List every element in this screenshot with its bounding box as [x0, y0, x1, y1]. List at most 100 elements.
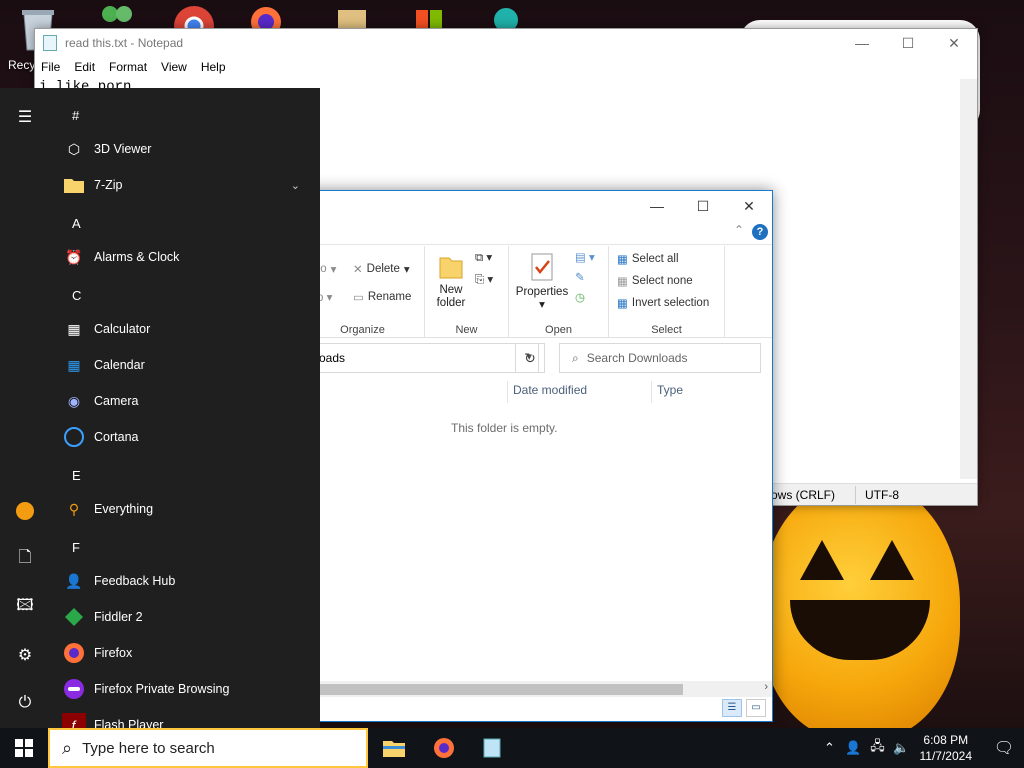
properties-button[interactable]: Properties ▾: [515, 252, 569, 312]
explorer-close-button[interactable]: ✕: [726, 191, 772, 221]
show-hidden-icons-icon[interactable]: ⌃: [818, 736, 842, 760]
delete-button[interactable]: ✕ Delete ▾: [353, 262, 410, 276]
app-3d-viewer[interactable]: ⬡ 3D Viewer: [62, 132, 312, 166]
rename-icon: ▭: [353, 292, 364, 304]
app-alarms-clock[interactable]: ⏰ Alarms & Clock: [62, 240, 312, 274]
explorer-horizontal-scrollbar[interactable]: ›: [301, 681, 772, 697]
app-flash-player[interactable]: ƒ Flash Player: [62, 708, 312, 728]
invert-selection-icon: ▦: [617, 298, 628, 310]
section-header-e[interactable]: E: [72, 468, 81, 483]
app-firefox[interactable]: Firefox: [62, 636, 312, 670]
rename-button[interactable]: ▭ Rename: [353, 290, 411, 304]
search-placeholder: Search Downloads: [586, 351, 688, 365]
app-calendar[interactable]: ▦ Calendar: [62, 348, 312, 382]
app-calculator[interactable]: ▦ Calculator: [62, 312, 312, 346]
new-item-icon: ⧉ ▾: [475, 252, 493, 264]
ribbon-group-select: ▦ Select all ▦ Select none ▦ Invert selecti…: [609, 246, 725, 338]
app-camera[interactable]: ◉ Camera: [62, 384, 312, 418]
menu-format[interactable]: Format: [109, 60, 147, 74]
menu-edit[interactable]: Edit: [74, 60, 95, 74]
clock[interactable]: 6:08 PM 11/7/2024: [920, 732, 973, 764]
select-all-icon: ▦: [617, 254, 628, 266]
select-none-button[interactable]: ▦ Select none: [617, 274, 693, 288]
volume-icon[interactable]: 🔈: [890, 736, 914, 760]
folder-icon: [439, 257, 463, 279]
app-feedback-hub[interactable]: 👤 Feedback Hub: [62, 564, 312, 598]
taskbar-search-box[interactable]: ⌕ Type here to search: [48, 728, 368, 768]
status-line-ending: ows (CRLF): [771, 488, 836, 502]
flash-player-icon: ƒ: [62, 713, 86, 728]
user-avatar[interactable]: [14, 500, 36, 522]
notepad-vertical-scrollbar[interactable]: [960, 79, 977, 479]
collapse-ribbon-icon[interactable]: ⌃: [734, 223, 744, 237]
history-button[interactable]: ◷: [575, 290, 585, 304]
select-all-button[interactable]: ▦ Select all: [617, 252, 679, 266]
firefox-taskbar-icon[interactable]: [424, 732, 464, 764]
help-icon[interactable]: ?: [752, 224, 768, 240]
app-fiddler[interactable]: Fiddler 2: [62, 600, 312, 634]
edit-button[interactable]: ✎: [575, 270, 585, 284]
large-icons-view-icon[interactable]: ▭: [746, 699, 766, 717]
open-icon: ▤ ▾: [575, 252, 595, 264]
wallpaper-pumpkin: [760, 480, 960, 728]
open-button[interactable]: ▤ ▾: [575, 250, 595, 264]
clock-time: 6:08 PM: [923, 733, 969, 747]
search-downloads-input[interactable]: ⌕ Search Downloads: [559, 343, 761, 373]
section-header-f[interactable]: F: [72, 540, 80, 555]
network-icon[interactable]: 🖧: [866, 736, 890, 760]
properties-icon: [531, 253, 553, 281]
menu-help[interactable]: Help: [201, 60, 226, 74]
maximize-button[interactable]: ☐: [885, 29, 931, 57]
documents-icon[interactable]: 🗋: [14, 548, 36, 570]
menu-view[interactable]: View: [161, 60, 187, 74]
power-icon[interactable]: ⏻: [14, 692, 36, 714]
expand-chevron-icon[interactable]: ⌄: [291, 179, 300, 192]
notification-center-icon[interactable]: 🗨: [984, 738, 1024, 758]
settings-gear-icon[interactable]: ⚙: [14, 644, 36, 666]
clock-date: 11/7/2024: [919, 749, 973, 763]
invert-selection-button[interactable]: ▦ Invert selection: [617, 296, 709, 310]
file-explorer-taskbar-icon[interactable]: [374, 732, 414, 764]
ribbon-tabs-bar: ⌃ ?: [301, 221, 772, 245]
app-firefox-private[interactable]: Firefox Private Browsing: [62, 672, 312, 706]
start-button[interactable]: [0, 728, 48, 768]
app-everything[interactable]: ⚲ Everything: [62, 492, 312, 526]
cortana-icon: [62, 425, 86, 449]
scroll-right-icon[interactable]: ›: [764, 681, 768, 693]
new-item-button[interactable]: ⧉ ▾: [475, 250, 492, 265]
easy-access-button[interactable]: ⎘ ▾: [475, 272, 493, 287]
menu-file[interactable]: File: [41, 60, 60, 74]
empty-folder-message: This folder is empty.: [451, 421, 558, 435]
section-header-hash[interactable]: #: [72, 108, 79, 123]
notepad-menubar: File Edit Format View Help: [35, 57, 977, 77]
new-folder-button[interactable]: New folder: [433, 252, 469, 310]
details-view-icon[interactable]: ☰: [722, 699, 742, 717]
address-bar[interactable]: oads ▾: [301, 343, 539, 373]
notepad-titlebar[interactable]: read this.txt - Notepad: [35, 29, 977, 57]
calculator-icon: ▦: [67, 320, 81, 337]
select-group-label: Select: [651, 324, 682, 336]
explorer-minimize-button[interactable]: —: [634, 191, 680, 221]
fiddler-icon: [62, 605, 86, 629]
easy-access-icon: ⎘ ▾: [475, 274, 494, 286]
column-header-type[interactable]: Type: [657, 383, 683, 403]
notepad-taskbar-icon[interactable]: [472, 732, 512, 764]
system-tray: ⌃ 👤 🖧 🔈 6:08 PM 11/7/2024 🗨: [818, 728, 1024, 768]
app-cortana[interactable]: Cortana: [62, 420, 312, 454]
user-status-icon[interactable]: 👤: [842, 736, 866, 760]
close-button[interactable]: ✕: [931, 29, 977, 57]
new-group-label: New: [455, 324, 478, 336]
folder-icon: [62, 173, 86, 197]
refresh-button[interactable]: ↻: [515, 343, 545, 373]
section-header-a[interactable]: A: [72, 216, 81, 231]
column-header-date-modified[interactable]: Date modified: [513, 383, 587, 403]
file-explorer-window[interactable]: — ☐ ✕ ⌃ ? to ▾ ✕ Delete ▾ o ▾ ▭ Rename Organ…: [300, 190, 773, 722]
section-header-c[interactable]: C: [72, 288, 81, 303]
firefox-icon: [62, 641, 86, 665]
scrollbar-thumb[interactable]: [301, 684, 683, 695]
app-7zip[interactable]: 7-Zip ⌄: [62, 168, 312, 202]
pictures-icon[interactable]: 🖾: [14, 596, 36, 618]
minimize-button[interactable]: —: [839, 29, 885, 57]
explorer-maximize-button[interactable]: ☐: [680, 191, 726, 221]
hamburger-menu-icon[interactable]: ☰: [14, 106, 36, 128]
